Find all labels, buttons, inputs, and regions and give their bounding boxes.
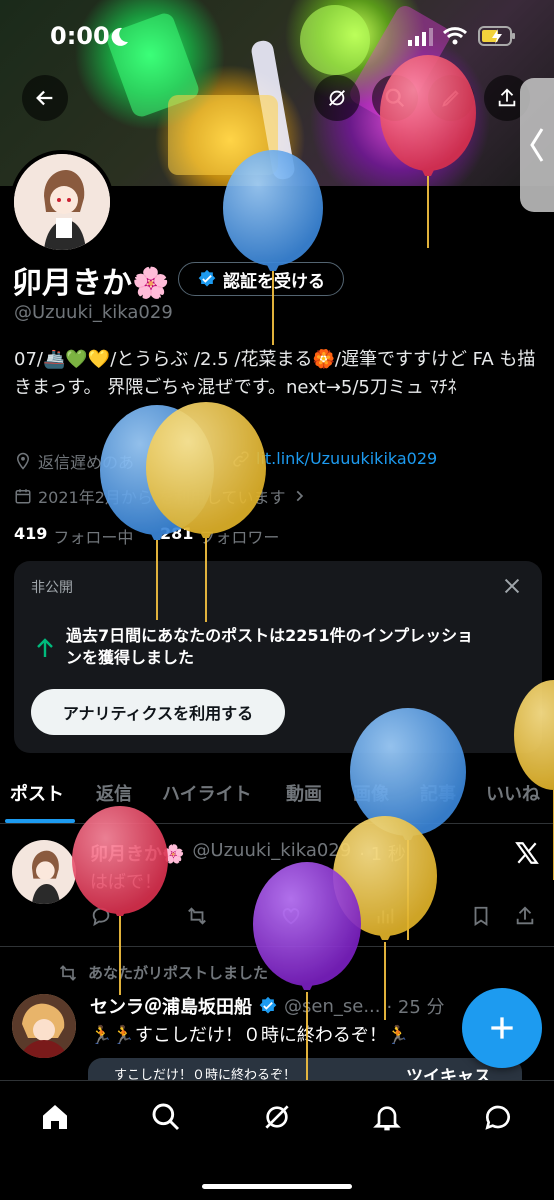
arrow-up-icon — [37, 638, 53, 657]
wifi-icon — [442, 27, 468, 45]
battery-charging-icon — [478, 26, 515, 46]
impressions-message-line1: 過去7日間にあなたのポストは2251件のインプレッショ — [66, 626, 474, 645]
repost-note: あなたがリポストしました — [88, 964, 269, 982]
tab-media[interactable]: 画像 — [353, 780, 389, 806]
avatar-illustration — [12, 994, 76, 1058]
compose-button[interactable] — [462, 988, 542, 1068]
profile-handle: @Uzuuki_kika029 — [14, 302, 173, 323]
tab-articles[interactable]: 記事 — [420, 780, 456, 806]
post-author-handle[interactable]: @Uzuuki_kika029 — [192, 840, 351, 866]
notifications-icon[interactable] — [371, 1101, 403, 1133]
grok-icon — [329, 90, 345, 106]
grok-button[interactable] — [314, 75, 360, 121]
x-logo-icon — [515, 842, 539, 864]
joined-text: 2021年2月から を利用しています — [38, 488, 286, 507]
post-author-handle[interactable]: @sen_se... — [284, 996, 380, 1017]
home-indicator — [202, 1184, 352, 1189]
avatar-illustration — [14, 154, 110, 250]
search-button[interactable] — [372, 75, 418, 121]
tab-replies[interactable]: 返信 — [96, 780, 132, 806]
post-text: 🏃🏃すこしだけ！０時に終わるぞ！🏃 — [90, 1025, 410, 1046]
chevron-right-icon — [296, 490, 303, 502]
following-link[interactable]: 419 フォロー中 — [14, 524, 133, 548]
get-verified-label: 認証を受ける — [223, 271, 325, 292]
reply-icon[interactable] — [90, 905, 112, 927]
post-time: · 25 分 — [386, 997, 445, 1018]
profile-joined: 2021年2月から を利用しています — [14, 484, 306, 508]
cellular-signal-icon — [408, 28, 433, 46]
edit-icon — [442, 90, 459, 107]
location-text: 返信遅めのあ — [38, 453, 135, 472]
profile-avatar[interactable] — [10, 150, 114, 254]
bookmark-icon[interactable] — [470, 905, 492, 927]
impressions-message-line2: ンを獲得しました — [66, 648, 195, 667]
post-author-name[interactable]: 卯月きか🌸 — [90, 840, 184, 866]
followers-label: フォロワー — [199, 528, 280, 547]
do-not-disturb-icon — [111, 27, 128, 46]
location-icon — [16, 452, 30, 470]
following-label: フォロー中 — [53, 528, 134, 547]
back-arrow-icon — [36, 90, 53, 106]
link-icon — [233, 450, 249, 467]
calendar-icon — [15, 489, 31, 504]
tab-likes[interactable]: いいね — [486, 780, 540, 806]
post-header: 卯月きか🌸 @Uzuuki_kika029 · 1 秒 — [90, 840, 406, 866]
post-avatar[interactable] — [12, 840, 76, 904]
grok-icon[interactable] — [261, 1101, 293, 1133]
search-icon[interactable] — [150, 1101, 182, 1133]
views-icon[interactable] — [374, 905, 396, 927]
side-panel-handle[interactable] — [520, 78, 554, 212]
divider — [0, 946, 554, 947]
following-count: 419 — [14, 524, 48, 543]
compose-plus-icon — [491, 1017, 513, 1039]
private-label: 非公開 — [31, 580, 73, 596]
share-icon — [498, 88, 516, 107]
post-author-name[interactable]: センラ＠浦島坂田船 — [90, 993, 252, 1019]
profile-location: 返信遅めのあ — [14, 449, 134, 473]
repost-icon — [59, 965, 77, 981]
messages-icon[interactable] — [482, 1101, 514, 1133]
post-text: はばで！ — [90, 872, 162, 893]
search-icon — [385, 88, 405, 108]
followers-count: 281 — [160, 524, 194, 543]
tab-posts[interactable]: ポスト — [10, 780, 64, 806]
followers-link[interactable]: 281 フォロワー — [160, 524, 279, 548]
website-link[interactable]: lit.link/Uzuuukikika029 — [256, 449, 437, 468]
post-header: センラ＠浦島坂田船 @sen_se... · 25 分 — [90, 993, 445, 1019]
status-time: 0:00 — [50, 22, 110, 50]
tab-videos[interactable]: 動画 — [286, 780, 322, 806]
share-icon[interactable] — [514, 905, 536, 927]
verified-badge-icon — [259, 996, 277, 1014]
edit-profile-button[interactable] — [428, 75, 474, 121]
banner-decoration — [300, 5, 370, 75]
analytics-button[interactable]: アナリティクスを利用する — [31, 689, 285, 735]
repost-icon[interactable] — [186, 905, 208, 927]
banner-decoration — [168, 95, 278, 175]
bottom-navigation — [0, 1080, 554, 1200]
impressions-message: 過去7日間にあなたのポストは2251件のインプレッショ ンを獲得しました — [66, 625, 526, 669]
verified-badge-icon — [198, 269, 216, 287]
profile-website[interactable]: lit.link/Uzuuukikika029 — [232, 449, 437, 468]
display-name: 卯月きか🌸 — [12, 266, 170, 301]
chevron-left-icon — [530, 128, 544, 162]
back-button[interactable] — [22, 75, 68, 121]
tab-highlights[interactable]: ハイライト — [162, 780, 252, 806]
close-icon[interactable] — [501, 575, 523, 597]
post-avatar[interactable] — [12, 994, 76, 1058]
home-icon[interactable] — [39, 1101, 71, 1133]
divider — [0, 823, 554, 824]
private-analytics-card: 非公開 過去7日間にあなたのポストは2251件のインプレッショ ンを獲得しました… — [14, 561, 542, 753]
balloon — [253, 862, 361, 1080]
avatar-illustration — [12, 840, 76, 904]
post-time: · 1 秒 — [359, 844, 406, 865]
profile-bio: 07/🚢💚💛/とうらぶ /2.5 /花菜まる🏵️/遅筆ですすけど FA も描きま… — [14, 349, 536, 398]
like-icon[interactable] — [280, 905, 302, 927]
get-verified-button[interactable]: 認証を受ける — [178, 262, 344, 296]
